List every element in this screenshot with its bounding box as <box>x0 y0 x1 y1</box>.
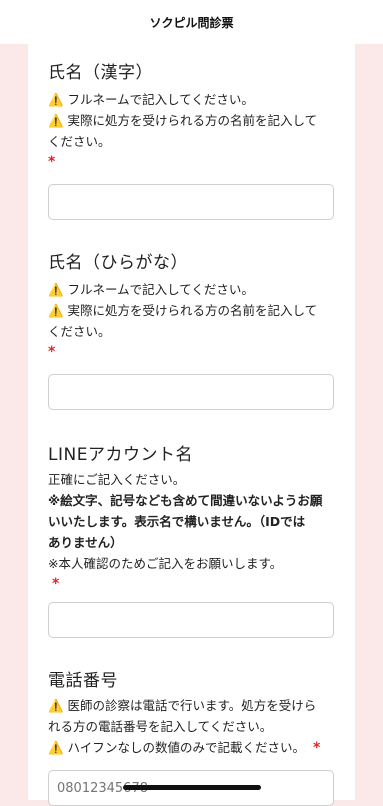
field-name-hiragana: 氏名（ひらがな） ⚠️ フルネームで記入してください。 ⚠️ 実際に処方を受けら… <box>48 248 338 360</box>
line-account-input[interactable] <box>48 602 334 638</box>
note-line: ※本人確認のためご記入をお願いします。 <box>48 556 283 571</box>
note-line: ⚠️ フルネームで記入してください。 <box>48 92 254 107</box>
home-indicator <box>123 785 261 790</box>
required-mark: * <box>52 576 60 592</box>
field-label: 電話番号 <box>48 671 118 691</box>
field-label: 氏名（漢字） <box>48 63 153 83</box>
name-hiragana-input[interactable] <box>48 374 334 410</box>
required-mark: * <box>48 154 56 170</box>
required-mark: * <box>48 344 56 360</box>
app-header: ソクピル問診票 <box>0 0 383 44</box>
note-text: ⚠️ ハイフンなしの数値のみで記載ください。 <box>48 740 306 755</box>
note-line: れる方の電話番号を記入してください。 <box>48 719 273 734</box>
name-kanji-input[interactable] <box>48 184 334 220</box>
note-line: ⚠️ フルネームで記入してください。 <box>48 282 254 297</box>
note-line: ※絵文字、記号なども含めて間違いないようお願 <box>48 493 323 508</box>
note-line: いいたします。表示名で構いません。（IDでは <box>48 514 306 529</box>
note-line: ⚠️ ハイフンなしの数値のみで記載ください。 * <box>48 737 338 759</box>
note-line: 正確にご記入ください。 <box>48 472 186 487</box>
field-name-kanji: 氏名（漢字） ⚠️ フルネームで記入してください。 ⚠️ 実際に処方を受けられる… <box>48 58 338 170</box>
note-line: ⚠️ 医師の診察は電話で行います。処方を受けら <box>48 698 317 713</box>
note-line: ⚠️ 実際に処方を受けられる方の名前を記入して <box>48 303 318 318</box>
note-line: ください。 <box>48 324 111 339</box>
required-mark: * <box>313 740 321 756</box>
field-phone: 電話番号 ⚠️ 医師の診察は電話で行います。処方を受けら れる方の電話番号を記入… <box>48 666 338 759</box>
field-line-account: LINEアカウント名 正確にご記入ください。 ※絵文字、記号なども含めて間違いな… <box>48 440 338 592</box>
field-label: 氏名（ひらがな） <box>48 253 188 273</box>
form-card: 氏名（漢字） ⚠️ フルネームで記入してください。 ⚠️ 実際に処方を受けられる… <box>28 44 355 806</box>
note-line: ⚠️ 実際に処方を受けられる方の名前を記入して <box>48 113 318 128</box>
field-label: LINEアカウント名 <box>48 445 193 465</box>
note-line: ありません） <box>48 535 123 550</box>
page-title: ソクピル問診票 <box>149 15 234 30</box>
note-line: ください。 <box>48 134 111 149</box>
